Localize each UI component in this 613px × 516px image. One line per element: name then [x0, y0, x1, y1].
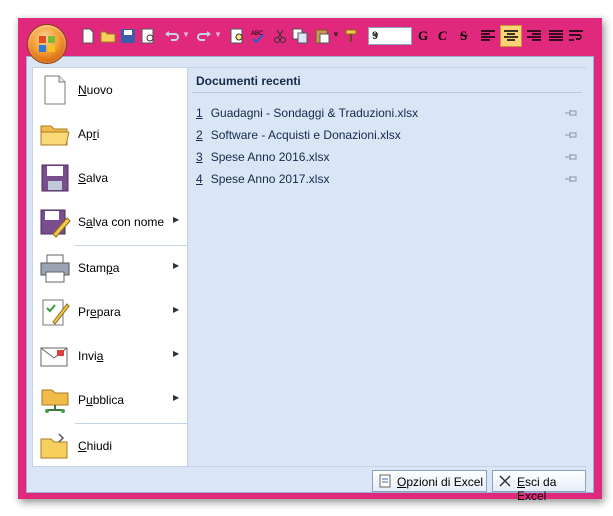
save-icon[interactable]: [120, 28, 136, 44]
office-menu-footer: Opzioni di Excel Esci da Excel: [27, 467, 593, 503]
recent-documents-divider: [192, 92, 582, 93]
save-as-icon: [40, 209, 71, 238]
menu-item-invia[interactable]: Invia ▶: [33, 334, 187, 378]
align-left-icon[interactable]: [480, 28, 496, 44]
font-size-dropdown-icon[interactable]: ▼: [372, 31, 408, 40]
bold-button[interactable]: G: [418, 28, 428, 44]
exit-excel-label: Esci da Excel: [517, 475, 557, 503]
open-folder-icon[interactable]: [100, 28, 116, 44]
pin-icon[interactable]: [564, 108, 578, 118]
recent-documents-panel: Documenti recenti 1 Guadagni - Sondaggi &…: [188, 67, 586, 467]
zoom-preview-icon[interactable]: [230, 28, 246, 44]
align-right-icon[interactable]: [526, 28, 542, 44]
font-size-select[interactable]: 9 ▼: [368, 27, 412, 45]
menu-item-label: Salva con nome: [78, 215, 165, 229]
format-painter-icon[interactable]: [344, 28, 360, 44]
menu-item-label: Pubblica: [78, 393, 125, 407]
excel-window: ▼ ▼ ABC ▼ 9 ▼ G C S Nuovo Apri Salva Sal…: [18, 18, 602, 503]
wrap-text-icon[interactable]: [568, 28, 584, 44]
menu-item-label: Apri: [78, 127, 100, 141]
menu-item-label: Nuovo: [78, 83, 113, 97]
redo-dropdown-icon[interactable]: ▼: [214, 30, 222, 39]
undo-dropdown-icon[interactable]: ▼: [182, 30, 190, 39]
recent-document-item[interactable]: 3 Spese Anno 2016.xlsx: [196, 150, 329, 164]
cut-icon[interactable]: [272, 28, 288, 44]
pin-icon[interactable]: [564, 174, 578, 184]
menu-item-chiudi[interactable]: Chiudi: [33, 424, 187, 468]
close-folder-icon: [40, 433, 68, 459]
menu-item-salva[interactable]: Salva: [33, 156, 187, 200]
printer-icon: [40, 254, 70, 283]
align-center-button[interactable]: [500, 25, 522, 47]
align-center-icon: [504, 30, 518, 41]
recent-document-item[interactable]: 1 Guadagni - Sondaggi & Traduzioni.xlsx: [196, 106, 418, 120]
menu-item-nuovo[interactable]: Nuovo: [33, 68, 187, 112]
recent-documents-title: Documenti recenti: [196, 74, 301, 88]
menu-item-stampa[interactable]: Stampa ▶: [33, 246, 187, 290]
prepare-document-icon: [42, 299, 70, 326]
office-logo-icon: [39, 36, 55, 52]
strikethrough-button[interactable]: S: [460, 28, 467, 44]
recent-document-item[interactable]: 2 Software - Acquisti e Donazioni.xlsx: [196, 128, 401, 142]
recent-document-item[interactable]: 4 Spese Anno 2017.xlsx: [196, 172, 329, 186]
send-mail-icon: [40, 347, 68, 367]
options-icon: [379, 474, 391, 488]
quick-access-toolbar: ▼ ▼ ABC ▼ 9 ▼ G C S: [18, 18, 602, 63]
exit-excel-button[interactable]: Esci da Excel: [492, 470, 586, 503]
office-menu-commands: Nuovo Apri Salva Salva con nome ▶ Stampa…: [32, 67, 188, 467]
pin-icon[interactable]: [564, 130, 578, 140]
new-document-icon: [44, 75, 66, 105]
menu-item-label: Prepara: [78, 305, 121, 319]
publish-folder-icon: [41, 389, 69, 413]
close-icon: [499, 475, 511, 487]
menu-item-label: Invia: [78, 349, 104, 363]
submenu-arrow-icon: ▶: [173, 305, 180, 314]
print-preview-icon[interactable]: [140, 28, 156, 44]
paste-dropdown-icon[interactable]: ▼: [332, 30, 340, 39]
menu-item-salva-con-nome[interactable]: Salva con nome ▶: [33, 200, 187, 244]
excel-options-label: Opzioni di Excel: [397, 475, 484, 489]
menu-item-pubblica[interactable]: Pubblica ▶: [33, 378, 187, 422]
excel-options-button[interactable]: Opzioni di Excel: [372, 470, 487, 492]
menu-item-apri[interactable]: Apri: [33, 112, 187, 156]
menu-item-label: Salva: [78, 171, 109, 185]
pin-icon[interactable]: [564, 152, 578, 162]
menu-item-label: Stampa: [78, 261, 120, 275]
office-menu: Nuovo Apri Salva Salva con nome ▶ Stampa…: [26, 56, 594, 503]
paste-icon[interactable]: [314, 28, 330, 44]
submenu-arrow-icon: ▶: [173, 393, 180, 402]
redo-icon[interactable]: [196, 28, 212, 44]
submenu-arrow-icon: ▶: [173, 261, 180, 270]
menu-item-label: Chiudi: [78, 439, 113, 453]
office-button[interactable]: [28, 25, 66, 63]
open-folder-icon: [40, 125, 70, 146]
save-icon: [41, 164, 69, 192]
copy-icon[interactable]: [292, 28, 308, 44]
justify-icon[interactable]: [548, 28, 564, 44]
menu-item-prepara[interactable]: Prepara ▶: [33, 290, 187, 334]
spelling-check-icon[interactable]: ABC: [250, 28, 266, 44]
undo-icon[interactable]: [164, 28, 180, 44]
submenu-arrow-icon: ▶: [173, 215, 180, 224]
italic-button[interactable]: C: [438, 28, 447, 44]
new-document-icon[interactable]: [80, 28, 96, 44]
submenu-arrow-icon: ▶: [173, 349, 180, 358]
